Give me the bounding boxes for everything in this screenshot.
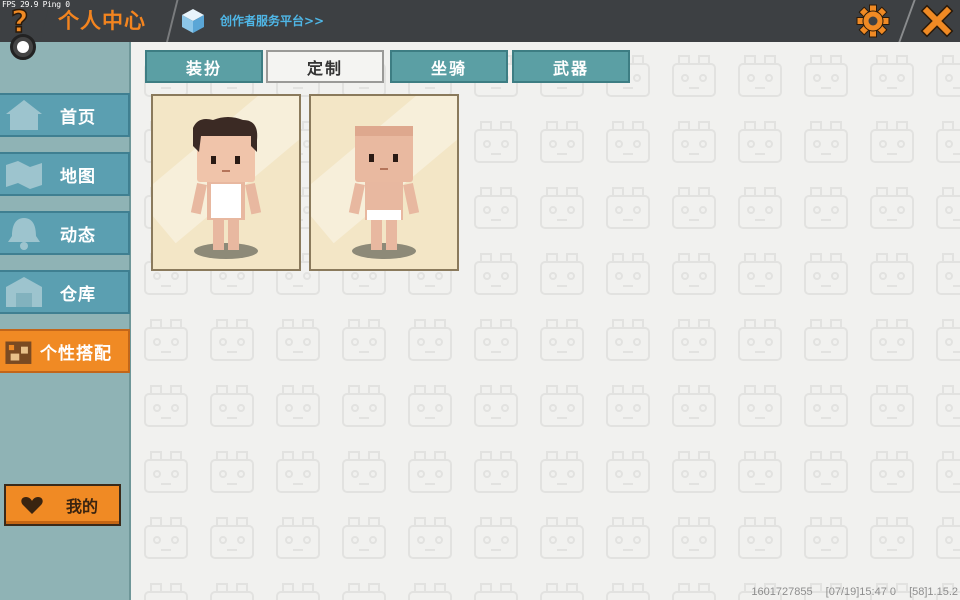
cube-icon[interactable] xyxy=(180,7,206,35)
sidebar-item-feed[interactable]: 动态 xyxy=(0,211,130,255)
top-bar: FPS 29.9 Ping 0 ? 个人中心 创作者服务平台>> xyxy=(0,0,960,42)
character-bald-avatar xyxy=(348,126,420,259)
tab-custom[interactable]: 定制 xyxy=(266,50,384,83)
tab-label: 装扮 xyxy=(185,58,222,78)
user-id: 1601727855 xyxy=(751,586,813,598)
sidebar-item-label: 动态 xyxy=(60,225,96,246)
tab-label: 武器 xyxy=(552,58,589,78)
sidebar: 首页 地图 动态 仓库 个性搭配 我的 xyxy=(0,42,131,600)
wardrobe-icon xyxy=(5,341,32,364)
tab-label: 定制 xyxy=(306,58,343,78)
timestamp: [07/19]15:47 0 xyxy=(825,586,896,598)
svg-text:?: ? xyxy=(11,5,28,38)
footer-info: 1601727855 [07/19]15:47 0 [58]1.15.2 xyxy=(741,586,958,598)
skin-card-character-with-hair[interactable] xyxy=(151,94,301,271)
mine-button-label: 我的 xyxy=(66,497,99,516)
house-icon xyxy=(6,100,42,130)
map-icon xyxy=(6,161,42,189)
sidebar-item-label: 地图 xyxy=(60,166,96,187)
header-divider xyxy=(898,0,916,42)
warehouse-icon xyxy=(6,277,42,307)
tab-mount[interactable]: 坐骑 xyxy=(390,50,508,83)
gear-icon[interactable] xyxy=(856,4,890,38)
sidebar-item-warehouse[interactable]: 仓库 xyxy=(0,270,130,314)
tab-dress-up[interactable]: 装扮 xyxy=(145,50,263,83)
tab-weapon[interactable]: 武器 xyxy=(512,50,630,83)
mine-button[interactable]: 我的 xyxy=(4,484,121,526)
sidebar-item-outfit[interactable]: 个性搭配 xyxy=(0,329,130,373)
sidebar-item-label: 首页 xyxy=(60,107,96,128)
close-icon[interactable] xyxy=(920,4,954,38)
heart-icon xyxy=(21,497,43,514)
record-indicator[interactable] xyxy=(10,34,36,60)
page-title: 个人中心 xyxy=(58,9,146,33)
help-icon[interactable]: ? xyxy=(8,4,36,38)
sidebar-item-label: 个性搭配 xyxy=(40,343,112,364)
creator-platform-link[interactable]: 创作者服务平台>> xyxy=(220,12,324,29)
sidebar-item-map[interactable]: 地图 xyxy=(0,152,130,196)
skin-card-character-bald[interactable] xyxy=(309,94,459,271)
main-panel: 装扮 定制 坐骑 武器 1601727855 [07/19]15:47 0 [5… xyxy=(131,42,960,600)
tab-label: 坐骑 xyxy=(430,58,467,78)
character-with-hair-avatar xyxy=(190,117,262,259)
sidebar-item-label: 仓库 xyxy=(60,284,96,305)
version: [58]1.15.2 xyxy=(909,586,958,598)
bell-icon xyxy=(8,218,40,250)
sidebar-item-home[interactable]: 首页 xyxy=(0,93,130,137)
